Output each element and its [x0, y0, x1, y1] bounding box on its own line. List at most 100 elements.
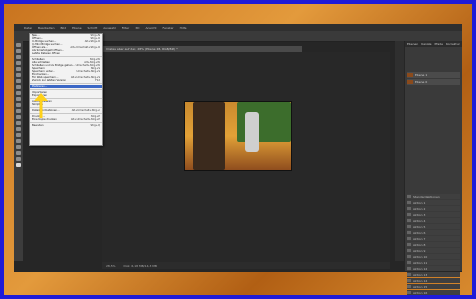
eyedropper-tool-icon[interactable] — [16, 73, 21, 77]
menu-item[interactable]: Letzte Dateien öffnen — [30, 52, 102, 55]
checkbox-icon[interactable] — [407, 249, 411, 252]
clone-stamp-tool-icon[interactable] — [16, 91, 21, 95]
action-item[interactable]: Aktion 15 — [407, 284, 460, 289]
checkbox-icon[interactable] — [407, 243, 411, 246]
file-menu-dropdown: Neu... Strg+N Öffnen... Strg+O In Bridge suc… — [29, 33, 103, 146]
layer-thumbnail — [407, 80, 413, 84]
checkbox-icon[interactable] — [407, 213, 411, 216]
menu-item[interactable]: Platzieren... — [30, 85, 102, 88]
zoom-tool-icon[interactable] — [16, 157, 21, 161]
action-item[interactable]: Aktion 2 — [407, 206, 460, 211]
brush-tool-icon[interactable] — [16, 85, 21, 89]
checkbox-icon[interactable] — [407, 273, 411, 276]
panel-dock-icons — [395, 41, 404, 261]
action-item[interactable]: Aktion 10 — [407, 254, 460, 259]
tab-paths[interactable]: Pfade — [434, 42, 442, 46]
menubar-item[interactable]: Fenster — [163, 26, 174, 30]
action-item[interactable]: Aktion 13 — [407, 272, 460, 277]
blur-tool-icon[interactable] — [16, 115, 21, 119]
action-item[interactable]: Aktion 6 — [407, 230, 460, 235]
action-label: Aktion 13 — [413, 272, 428, 277]
action-item[interactable]: Aktion 8 — [407, 242, 460, 247]
checkbox-icon[interactable] — [407, 237, 411, 240]
foreground-color-swatch[interactable] — [16, 163, 21, 167]
menubar-item[interactable]: Filter — [122, 26, 129, 30]
pen-tool-icon[interactable] — [16, 127, 21, 131]
action-item[interactable]: Aktion 1 — [407, 200, 460, 205]
type-tool-icon[interactable] — [16, 133, 21, 137]
tab-layers[interactable]: Ebenen — [407, 42, 418, 46]
checkbox-icon[interactable] — [407, 285, 411, 288]
checkbox-icon[interactable] — [407, 207, 411, 210]
crop-tool-icon[interactable] — [16, 67, 21, 71]
checkbox-icon[interactable] — [407, 279, 411, 282]
quick-select-tool-icon[interactable] — [16, 61, 21, 65]
healing-brush-tool-icon[interactable] — [16, 79, 21, 83]
menu-item-shortcut — [100, 94, 102, 97]
move-tool-icon[interactable] — [16, 43, 21, 47]
menubar-item[interactable]: Ansicht — [145, 26, 156, 30]
action-item[interactable]: Standardaktionen — [407, 194, 460, 199]
checkbox-icon[interactable] — [407, 201, 411, 204]
action-item[interactable]: Aktion 7 — [407, 236, 460, 241]
action-item[interactable]: Aktion 9 — [407, 248, 460, 253]
checkbox-icon[interactable] — [407, 291, 411, 294]
tab-adjustments[interactable]: Korrektur — [446, 42, 460, 46]
document-tab[interactable]: Imstes aber auf der, 28% (Ebene 28, RGB/… — [102, 46, 302, 52]
menubar-item[interactable]: Bild — [61, 26, 67, 30]
action-item[interactable]: Aktion 16 — [407, 290, 460, 295]
action-label: Aktion 1 — [413, 200, 426, 205]
checkbox-icon[interactable] — [407, 219, 411, 222]
action-label: Aktion 2 — [413, 206, 426, 211]
menu-item-label: Letzte Dateien öffnen — [32, 52, 61, 55]
menu-separator — [30, 83, 102, 84]
actions-panel: Standardaktionen Aktion 1 Aktion 2 Aktion 3… — [405, 193, 462, 295]
checkbox-icon[interactable] — [407, 231, 411, 234]
action-label: Aktion 4 — [413, 218, 426, 223]
action-item[interactable]: Aktion 3 — [407, 212, 460, 217]
eraser-tool-icon[interactable] — [16, 103, 21, 107]
checkbox-icon[interactable] — [407, 195, 411, 198]
dodge-tool-icon[interactable] — [16, 121, 21, 125]
action-label: Aktion 14 — [413, 278, 428, 283]
action-item[interactable]: Aktion 5 — [407, 224, 460, 229]
marquee-tool-icon[interactable] — [16, 49, 21, 53]
menu-item-label: Zurück zur letzten Version — [32, 79, 67, 82]
zoom-readout[interactable]: 28,5% — [106, 264, 116, 268]
action-item[interactable]: Aktion 12 — [407, 266, 460, 271]
gradient-tool-icon[interactable] — [16, 109, 21, 113]
menu-item-shortcut — [100, 103, 102, 106]
menubar-item[interactable]: Schrift — [88, 26, 98, 30]
menu-item[interactable]: Zurück zur letzten Version F12 — [30, 79, 102, 82]
menubar-item[interactable]: 3D — [135, 26, 139, 30]
shape-tool-icon[interactable] — [16, 145, 21, 149]
menu-item-shortcut — [100, 85, 102, 88]
lasso-tool-icon[interactable] — [16, 55, 21, 59]
menubar-item[interactable]: Ebene — [72, 26, 81, 30]
path-selection-tool-icon[interactable] — [16, 139, 21, 143]
tab-channels[interactable]: Kanäle — [421, 42, 431, 46]
action-item[interactable]: Aktion 14 — [407, 278, 460, 283]
image-tree-trunk — [193, 102, 225, 170]
hand-tool-icon[interactable] — [16, 151, 21, 155]
history-brush-tool-icon[interactable] — [16, 97, 21, 101]
layer-thumbnail — [407, 73, 413, 77]
menubar: Datei Bearbeiten Bild Ebene Schrift Auswahl Fi… — [14, 24, 462, 31]
checkbox-icon[interactable] — [407, 261, 411, 264]
checkbox-icon[interactable] — [407, 255, 411, 258]
menubar-item[interactable]: Auswahl — [103, 26, 116, 30]
action-label: Standardaktionen — [413, 194, 440, 199]
menubar-item[interactable]: Hilfe — [180, 26, 187, 30]
checkbox-icon[interactable] — [407, 267, 411, 270]
action-item[interactable]: Aktion 4 — [407, 218, 460, 223]
checkbox-icon[interactable] — [407, 225, 411, 228]
action-label: Aktion 6 — [413, 230, 426, 235]
menu-item[interactable]: Beenden Strg+Q — [30, 124, 102, 127]
document-image — [184, 101, 292, 171]
layer-item[interactable]: Ebene 1 — [407, 72, 460, 78]
action-item[interactable]: Aktion 11 — [407, 260, 460, 265]
action-label: Aktion 10 — [413, 254, 428, 259]
menubar-item[interactable]: Bearbeiten — [38, 26, 54, 30]
menubar-item[interactable]: Datei — [24, 26, 32, 30]
layer-item[interactable]: Ebene 0 — [407, 79, 460, 85]
